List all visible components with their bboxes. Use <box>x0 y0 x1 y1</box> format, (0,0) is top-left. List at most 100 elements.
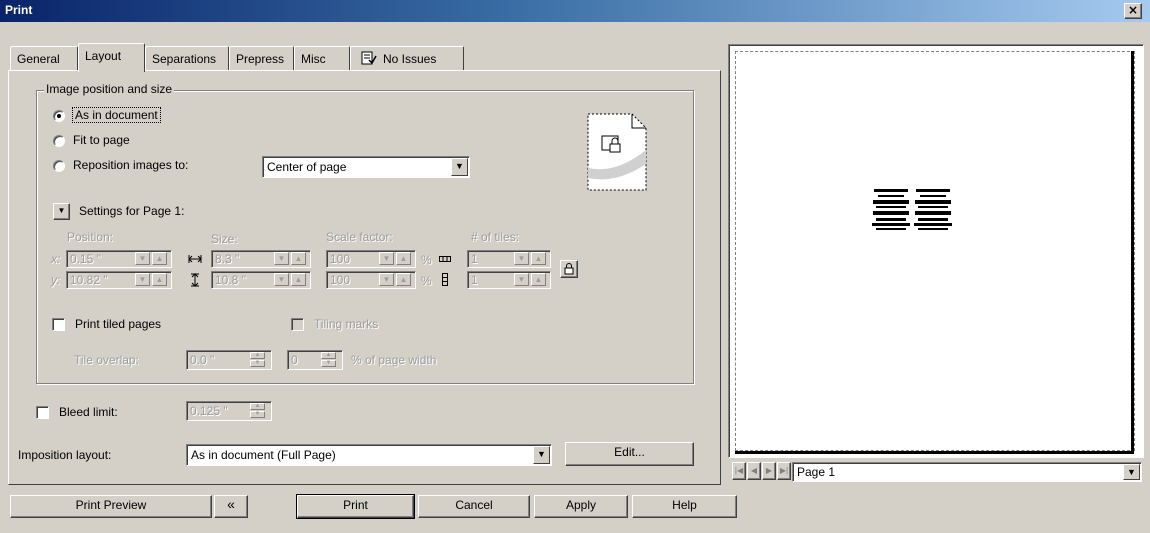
spin-up-icon: ▲ <box>531 273 546 286</box>
imposition-layout-value: As in document (Full Page) <box>191 448 336 462</box>
spin-down-icon: ▼ <box>379 273 394 286</box>
spin-down-icon: ▼ <box>135 252 150 265</box>
tiles-y-value: 1 <box>471 273 478 287</box>
position-x-value: 0.15 " <box>70 252 101 266</box>
spin-up-icon: ▲ <box>250 403 265 410</box>
settings-collapse-toggle[interactable]: ▼ <box>53 203 70 220</box>
print-tiled-pages-label[interactable]: Print tiled pages <box>75 317 161 331</box>
help-button[interactable]: Help <box>632 495 737 518</box>
settings-label: Settings for Page 1: <box>79 204 185 218</box>
spin-up-icon: ▲ <box>396 273 411 286</box>
position-x-field: 0.15 " ▼ ▲ <box>66 250 172 268</box>
spin-up-icon: ▲ <box>531 252 546 265</box>
tile-overlap-label: Tile overlap: <box>74 353 139 367</box>
chevron-down-icon[interactable]: ▼ <box>451 158 468 176</box>
first-page-icon[interactable]: |◀ <box>732 462 746 480</box>
spin-up-icon: ▲ <box>291 252 306 265</box>
percent-page-width-label: % of page width <box>351 353 437 367</box>
page-select-dropdown[interactable]: Page 1 ▼ <box>792 462 1142 482</box>
position-y-field: 10.82 " ▼ ▲ <box>66 271 172 289</box>
scale-factor-header: Scale factor: <box>326 230 393 244</box>
spin-down-icon: ▼ <box>274 273 289 286</box>
percent-label-y: % <box>421 274 432 288</box>
last-page-icon[interactable]: ▶| <box>777 462 791 480</box>
double-chevron-left-icon: « <box>227 496 235 512</box>
size-height-field: 10.8 " ▼ ▲ <box>211 271 311 289</box>
spin-down-icon: ▼ <box>514 252 529 265</box>
lock-icon <box>564 263 574 275</box>
tiles-x-field: 1 ▼ ▲ <box>467 250 551 268</box>
radio-fit-to-page-label[interactable]: Fit to page <box>73 133 130 147</box>
spin-down-icon: ▼ <box>250 411 265 418</box>
page-select-value: Page 1 <box>797 465 836 479</box>
spin-down-icon: ▼ <box>379 252 394 265</box>
spin-up-icon: ▲ <box>291 273 306 286</box>
scale-y-field: 100 ▼ ▲ <box>326 271 416 289</box>
tiles-horizontal-icon <box>439 256 451 262</box>
bleed-limit-checkbox[interactable] <box>36 406 49 419</box>
radio-as-in-document-label[interactable]: As in document <box>72 107 161 123</box>
lock-button[interactable] <box>560 260 578 278</box>
y-label: y: <box>51 273 61 287</box>
tiling-marks-label: Tiling marks <box>314 317 379 331</box>
collapse-preview-button[interactable]: « <box>214 495 248 518</box>
tile-percent-field: 0 ▲ ▼ <box>287 350 343 370</box>
size-height-value: 10.8 " <box>215 273 246 287</box>
scale-x-field: 100 ▼ ▲ <box>326 250 416 268</box>
tiles-x-value: 1 <box>471 252 478 266</box>
height-arrows-icon <box>191 273 199 287</box>
size-width-field: 8.3 " ▼ ▲ <box>211 250 311 268</box>
radio-as-in-document[interactable] <box>53 110 65 122</box>
spin-down-icon: ▼ <box>514 273 529 286</box>
tile-overlap-value: 0.0 " <box>190 353 215 367</box>
page-shadow-right <box>1131 51 1134 454</box>
x-label: x: <box>51 252 61 266</box>
spin-down-icon: ▼ <box>135 273 150 286</box>
bleed-limit-field: 0.125 " ▲ ▼ <box>186 401 272 421</box>
apply-button[interactable]: Apply <box>534 495 628 518</box>
position-y-value: 10.82 " <box>70 273 108 287</box>
print-preview-button[interactable]: Print Preview <box>10 495 212 518</box>
spin-up-icon: ▲ <box>396 252 411 265</box>
page-navigator: |◀ ◀ ▶ ▶| Page 1 ▼ <box>732 462 1142 482</box>
tiles-header: # of tiles: <box>471 230 520 244</box>
edit-button[interactable]: Edit... <box>565 442 694 466</box>
spin-down-icon: ▼ <box>321 360 336 367</box>
width-arrows-icon <box>188 255 202 263</box>
tiles-y-field: 1 ▼ ▲ <box>467 271 551 289</box>
reposition-dropdown-value: Center of page <box>267 160 347 174</box>
reposition-dropdown[interactable]: Center of page ▼ <box>262 156 470 178</box>
page-content-thumbnail <box>872 189 952 230</box>
spin-up-icon: ▲ <box>321 352 336 359</box>
spin-up-icon: ▲ <box>152 252 167 265</box>
tiling-marks-checkbox <box>291 318 304 331</box>
page-lock-icon <box>587 113 647 191</box>
print-button[interactable]: Print <box>296 494 415 519</box>
spin-up-icon: ▲ <box>250 352 265 359</box>
chevron-down-icon[interactable]: ▼ <box>533 446 550 464</box>
print-tiled-pages-checkbox[interactable] <box>52 318 65 331</box>
spin-down-icon: ▼ <box>250 360 265 367</box>
position-header: Position: <box>67 230 114 244</box>
bleed-limit-label[interactable]: Bleed limit: <box>59 405 118 419</box>
tile-percent-value: 0 <box>291 353 298 367</box>
imposition-layout-dropdown[interactable]: As in document (Full Page) ▼ <box>186 444 552 466</box>
prev-page-icon[interactable]: ◀ <box>747 462 761 480</box>
spin-down-icon: ▼ <box>274 252 289 265</box>
radio-fit-to-page[interactable] <box>53 135 65 147</box>
page-shadow-bottom <box>735 451 1134 454</box>
chevron-down-icon[interactable]: ▼ <box>1123 464 1140 480</box>
tiles-vertical-icon <box>442 273 448 286</box>
next-page-icon[interactable]: ▶ <box>762 462 776 480</box>
radio-reposition-label[interactable]: Reposition images to: <box>73 158 188 172</box>
cancel-button[interactable]: Cancel <box>418 495 530 518</box>
size-header: Size: <box>211 232 238 246</box>
print-preview-pane[interactable] <box>728 44 1144 458</box>
scale-x-value: 100 <box>330 252 351 266</box>
imposition-layout-label: Imposition layout: <box>18 448 112 462</box>
bleed-limit-value: 0.125 " <box>190 404 228 418</box>
radio-reposition[interactable] <box>53 160 65 172</box>
scale-y-value: 100 <box>330 273 351 287</box>
spin-up-icon: ▲ <box>152 273 167 286</box>
percent-label-x: % <box>421 253 432 267</box>
